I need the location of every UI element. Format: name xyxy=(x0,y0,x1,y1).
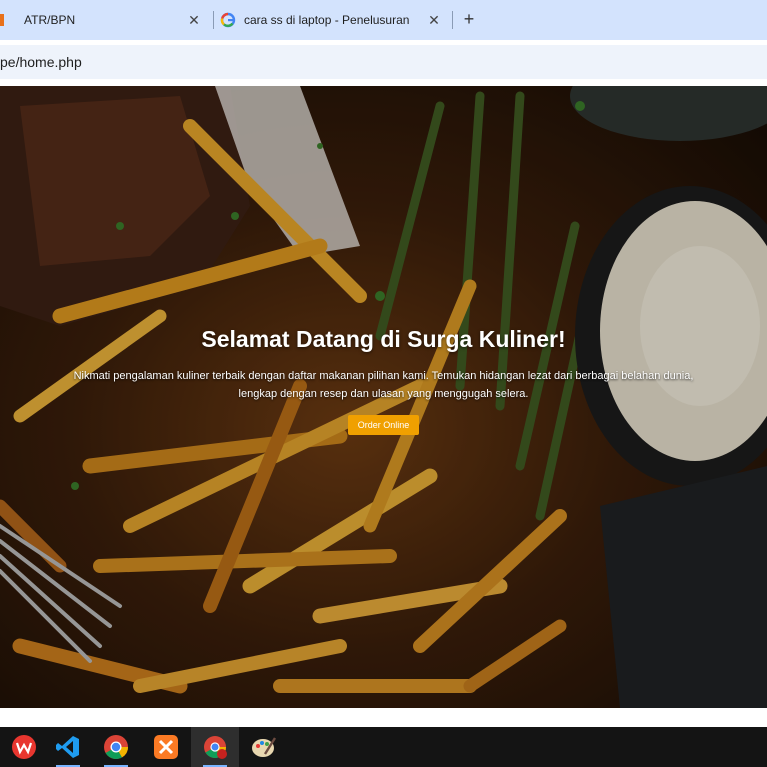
vscode-icon xyxy=(56,736,79,758)
page-bottom-strip xyxy=(0,708,767,727)
browser-toolbar: pe/home.php xyxy=(0,40,767,86)
close-icon[interactable]: ✕ xyxy=(186,12,202,28)
tab-divider xyxy=(452,11,453,29)
tab-atr-bpn[interactable]: ATR/BPN ✕ xyxy=(0,0,210,40)
paint-icon xyxy=(252,737,277,757)
taskbar-app-chrome-profile[interactable] xyxy=(191,727,239,767)
hero-title: Selamat Datang di Surga Kuliner! xyxy=(201,326,566,352)
chrome-icon xyxy=(104,735,128,760)
taskbar-app-paint[interactable] xyxy=(240,727,288,767)
tab-google-search[interactable]: cara ss di laptop - Penelusuran ✕ xyxy=(220,0,450,40)
hero-description: Nikmati pengalaman kuliner terbaik denga… xyxy=(73,370,694,400)
hero-section: Selamat Datang di Surga Kuliner! Nikmati… xyxy=(0,86,767,708)
address-bar[interactable]: pe/home.php xyxy=(0,45,767,79)
chrome-profile-icon xyxy=(204,736,227,759)
tab-title: ATR/BPN xyxy=(24,13,76,27)
taskbar-app-xampp[interactable] xyxy=(142,727,190,767)
hero-content: Selamat Datang di Surga Kuliner! Nikmati… xyxy=(0,326,767,435)
address-url: pe/home.php xyxy=(0,54,82,70)
taskbar xyxy=(0,727,767,767)
tab-strip: ATR/BPN ✕ cara ss di laptop - Penelusura… xyxy=(0,0,767,40)
xampp-icon xyxy=(154,735,178,759)
google-icon xyxy=(220,12,236,28)
close-icon[interactable]: ✕ xyxy=(426,12,442,28)
order-online-button[interactable]: Order Online xyxy=(347,415,420,435)
new-tab-button[interactable]: + xyxy=(458,8,480,30)
tab-divider xyxy=(213,11,214,29)
taskbar-app-vscode[interactable] xyxy=(44,727,92,767)
taskbar-app-wps[interactable] xyxy=(0,727,48,767)
taskbar-app-chrome[interactable] xyxy=(92,727,140,767)
wps-office-icon xyxy=(12,735,36,759)
bookmark-icon xyxy=(0,14,4,26)
tab-title: cara ss di laptop - Penelusuran xyxy=(244,13,410,27)
